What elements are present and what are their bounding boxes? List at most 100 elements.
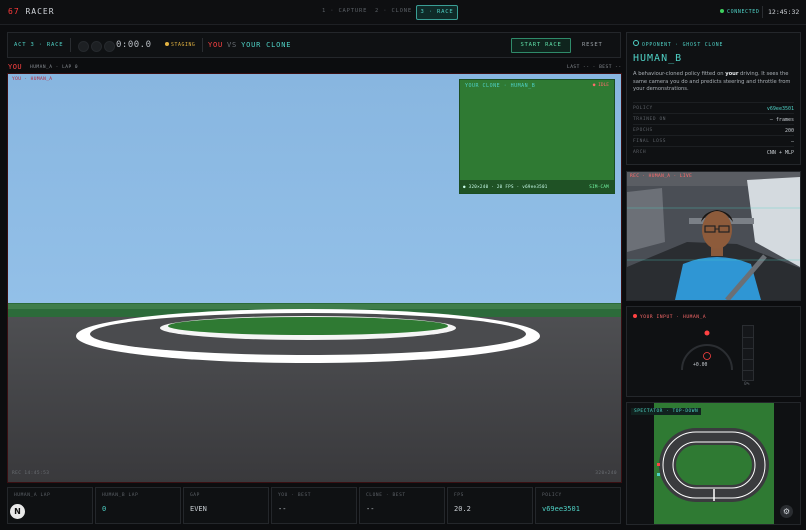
car-you-marker bbox=[657, 463, 660, 466]
hud-top-left: YOU · HUMAN_A bbox=[12, 77, 53, 82]
pip-footer-right: SIM·CAM bbox=[589, 184, 609, 189]
matchup-you: YOU bbox=[208, 41, 224, 49]
throttle-bar bbox=[742, 325, 754, 381]
opponent-header-label: OPPONENT · GHOST CLONE bbox=[642, 43, 724, 48]
throttle-label: 0% bbox=[744, 382, 750, 387]
arch-row: ARCH CNN + MLP bbox=[633, 146, 794, 157]
clock: 12:45:32 bbox=[768, 8, 800, 16]
connection-dot-icon bbox=[720, 9, 724, 13]
record-dot-icon bbox=[633, 314, 637, 318]
connection-status: CONNECTED bbox=[720, 9, 760, 15]
stat-label: FPS bbox=[454, 493, 464, 498]
app-badge-icon[interactable]: N bbox=[10, 504, 25, 519]
row-key: EPOCHS bbox=[633, 128, 653, 133]
opponent-card: OPPONENT · GHOST CLONE HUMAN_B A behavio… bbox=[626, 32, 801, 165]
steering-indicator bbox=[704, 330, 710, 336]
stat-human-b-lap: HUMAN_B LAP 0 bbox=[95, 487, 181, 524]
row-value: — frames bbox=[769, 117, 794, 123]
row-value: CNN + MLP bbox=[766, 150, 794, 156]
webcam-feed bbox=[627, 172, 800, 300]
stat-label: GAP bbox=[190, 493, 200, 498]
you-lap-info: HUMAN_A · LAP 0 bbox=[30, 65, 79, 70]
act-label: ACT 3 · RACE bbox=[14, 42, 64, 48]
race-timer: 0:00.0 bbox=[116, 40, 152, 50]
car-clone-marker bbox=[657, 473, 660, 476]
desc-text: A behaviour-cloned policy fitted on bbox=[633, 71, 726, 77]
target-icon bbox=[633, 40, 639, 46]
start-light-3 bbox=[104, 41, 115, 52]
hud-bottom-left: REC 14:45:53 bbox=[12, 471, 50, 476]
settings-gear-icon[interactable]: ⚙ bbox=[780, 505, 793, 518]
epochs-row: EPOCHS 200 bbox=[633, 124, 794, 135]
map-infield bbox=[676, 445, 752, 485]
stat-label: POLICY bbox=[542, 493, 562, 498]
driver-webcam: REC · HUMAN_A · LIVE bbox=[626, 171, 801, 301]
stat-value: 0 bbox=[102, 505, 107, 513]
opponent-header: OPPONENT · GHOST CLONE bbox=[633, 40, 723, 48]
start-light-2 bbox=[91, 41, 102, 52]
opponent-description: A behaviour-cloned policy fitted on your… bbox=[633, 71, 795, 94]
staging-dot-icon bbox=[165, 42, 169, 46]
step-capture[interactable]: 1 · CAPTURE bbox=[322, 8, 367, 14]
spectator-title: SPECTATOR · TOP-DOWN bbox=[631, 408, 702, 415]
trained-on-row: TRAINED ON — frames bbox=[633, 113, 794, 124]
start-race-button[interactable]: START RACE bbox=[511, 38, 571, 53]
stat-you-best: YOU · BEST -- bbox=[271, 487, 357, 524]
steering-center-icon bbox=[703, 352, 711, 360]
spectator-view: SPECTATOR · TOP-DOWN bbox=[626, 402, 801, 525]
horizon-strip bbox=[8, 304, 621, 309]
stat-value: v69ee3501 bbox=[542, 505, 580, 513]
reset-button[interactable]: RESET bbox=[582, 42, 603, 48]
pip-status: ● IDLE bbox=[592, 83, 609, 88]
row-value: 200 bbox=[784, 128, 794, 134]
stat-value: -- bbox=[366, 505, 375, 513]
person-face bbox=[702, 211, 732, 249]
steering-value: +0.00 bbox=[693, 363, 708, 368]
row-key: ARCH bbox=[633, 150, 647, 155]
stat-fps: FPS 20.2 bbox=[447, 487, 533, 524]
matchup-vs: VS bbox=[227, 41, 238, 49]
app-logo: 67 RACER bbox=[8, 7, 55, 16]
you-label: YOU bbox=[8, 63, 23, 71]
hud-bottom-right: 320×240 bbox=[595, 471, 617, 476]
stat-policy: POLICY v69ee3501 bbox=[535, 487, 621, 524]
divider bbox=[762, 6, 763, 18]
car-door bbox=[627, 188, 665, 252]
step-race[interactable]: 3 · RACE bbox=[416, 5, 458, 20]
race-state-label: STAGING bbox=[171, 43, 196, 48]
pip-title: YOUR CLONE · HUMAN_B bbox=[465, 83, 536, 89]
stat-value: 20.2 bbox=[454, 505, 471, 513]
last-best-times: LAST -- · BEST -- bbox=[567, 65, 622, 70]
stat-label: HUMAN_B LAP bbox=[102, 493, 139, 498]
row-key: TRAINED ON bbox=[633, 117, 667, 122]
stat-value: -- bbox=[278, 505, 287, 513]
desc-emphasis: your bbox=[725, 71, 739, 77]
webcam-label: REC · HUMAN_A · LIVE bbox=[630, 174, 693, 179]
top-down-map bbox=[627, 403, 800, 524]
logo-text: RACER bbox=[25, 7, 55, 16]
stat-label: YOU · BEST bbox=[278, 493, 312, 498]
row-value: — bbox=[790, 139, 794, 145]
stat-label: HUMAN_A LAP bbox=[14, 493, 51, 498]
stat-clone-best: CLONE · BEST -- bbox=[359, 487, 445, 524]
pip-footer: ● 320×240 · 20 FPS · v69ee3501 bbox=[463, 184, 548, 189]
input-card: YOUR INPUT · HUMAN_A +0.00 0% bbox=[626, 306, 801, 397]
race-header: ACT 3 · RACE 0:00.0 STAGING YOU VS YOUR CL… bbox=[7, 32, 621, 58]
opponent-name: HUMAN_B bbox=[633, 53, 683, 64]
stat-gap: GAP EVEN bbox=[183, 487, 269, 524]
connection-label: CONNECTED bbox=[727, 9, 760, 15]
infield-grass bbox=[168, 317, 448, 335]
stat-value: EVEN bbox=[190, 505, 207, 513]
stat-label: CLONE · BEST bbox=[366, 493, 406, 498]
logo-accent: 67 bbox=[8, 7, 20, 16]
step-clone[interactable]: 2 · CLONE bbox=[375, 8, 412, 14]
clone-camera-pip: YOUR CLONE · HUMAN_B ● IDLE ● 320×240 · … bbox=[459, 79, 615, 194]
final-loss-row: FINAL LOSS — bbox=[633, 135, 794, 146]
input-header-label: YOUR INPUT · HUMAN_A bbox=[640, 315, 707, 320]
matchup: YOU VS YOUR CLONE bbox=[208, 41, 291, 49]
row-key: FINAL LOSS bbox=[633, 139, 667, 144]
start-light-1 bbox=[78, 41, 89, 52]
matchup-opponent: YOUR CLONE bbox=[241, 41, 292, 49]
race-state: STAGING bbox=[165, 42, 195, 48]
row-value: v69ee3501 bbox=[766, 106, 794, 112]
